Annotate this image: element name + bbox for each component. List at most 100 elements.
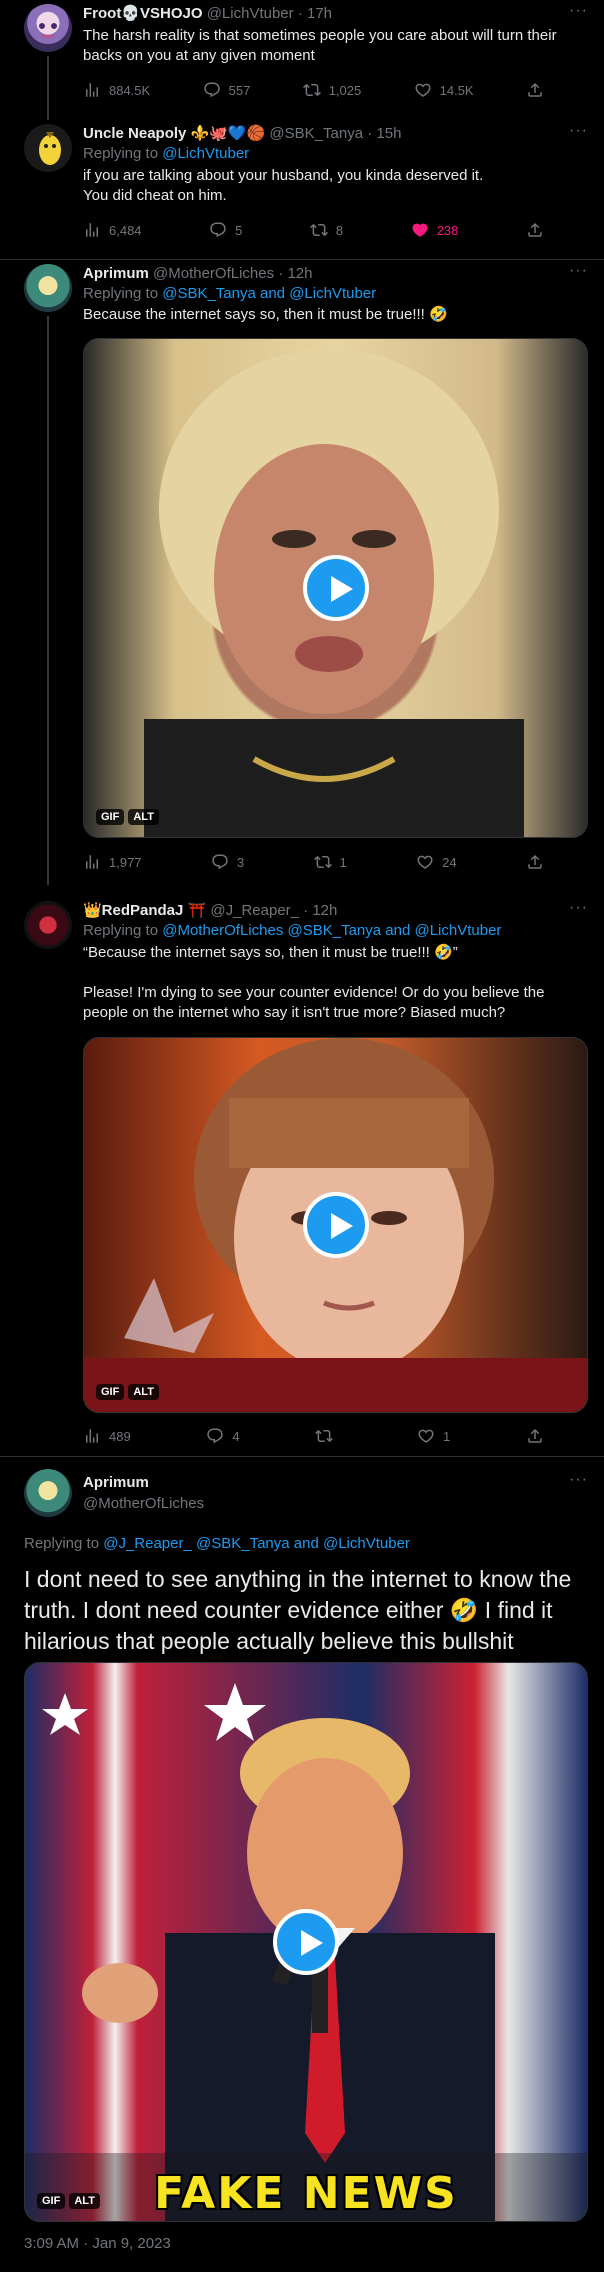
timestamp[interactable]: 17h (307, 5, 332, 22)
replying-label: Replying to (24, 1535, 100, 1552)
views-count: 1,977 (109, 854, 142, 870)
timestamp[interactable]: 12h (287, 265, 312, 282)
replying-to: Replying to @LichVtuber (83, 144, 588, 164)
mention-link[interactable]: @MotherOfLiches @SBK_Tanya and @LichVtub… (162, 922, 501, 939)
alt-badge[interactable]: ALT (69, 2193, 100, 2209)
gif-media[interactable]: GIF ALT (83, 338, 588, 838)
views-button[interactable]: 1,977 (83, 853, 142, 871)
more-icon[interactable]: ··· (569, 262, 588, 280)
like-count: 238 (436, 222, 459, 238)
reply-button[interactable]: 4 (206, 1427, 240, 1445)
views-button[interactable]: 489 (83, 1427, 131, 1445)
like-button[interactable]: 238 (411, 221, 459, 239)
separator: · (303, 902, 309, 919)
handle[interactable]: @LichVtuber (207, 5, 294, 22)
handle[interactable]: @MotherOfLiches (153, 265, 274, 282)
replying-label: Replying to (83, 922, 159, 939)
replying-label: Replying to (83, 285, 159, 302)
gif-badge: GIF (37, 2193, 66, 2209)
views-icon (83, 1427, 101, 1445)
replying-label: Replying to (83, 145, 159, 162)
separator: · (367, 125, 373, 142)
display-name[interactable]: Aprimum (83, 1474, 149, 1491)
tweet-header: Froot💀VSHOJO @LichVtuber · 17h (83, 4, 588, 24)
retweet-button[interactable] (315, 1427, 341, 1445)
more-icon[interactable]: ··· (569, 2, 588, 20)
handle[interactable]: @J_Reaper_ (210, 902, 299, 919)
mention-link[interactable]: @SBK_Tanya and @LichVtuber (162, 285, 376, 302)
timestamp[interactable]: 15h (376, 125, 401, 142)
mention-link[interactable]: @J_Reaper_ @SBK_Tanya and @LichVtuber (103, 1535, 410, 1552)
tweet-header-handle: @MotherOfLiches (83, 1494, 588, 1514)
tweet-1[interactable]: Froot💀VSHOJO @LichVtuber · 17h ··· The h… (0, 0, 604, 120)
like-count: 1 (443, 1428, 451, 1444)
reply-count: 4 (232, 1428, 240, 1444)
retweet-button[interactable]: 1,025 (303, 81, 361, 99)
tweet-3[interactable]: Aprimum @MotherOfLiches · 12h ··· Replyi… (0, 260, 604, 885)
timestamp[interactable]: 12h (312, 902, 337, 919)
action-bar: 6,484 5 8 238 (83, 218, 544, 242)
reply-icon (211, 853, 229, 871)
display-name[interactable]: Uncle Neapoly ⚜️🐙💙🏀 (83, 125, 265, 142)
like-button[interactable]: 1 (417, 1427, 450, 1445)
replying-to: Replying to @SBK_Tanya and @LichVtuber (83, 284, 588, 304)
tweet-4[interactable]: 👑RedPandaJ ⛩️ @J_Reaper_ · 12h ··· Reply… (0, 897, 604, 1457)
gif-media[interactable]: GIF ALT (83, 1037, 588, 1413)
retweet-count: 8 (335, 222, 344, 238)
play-button[interactable] (273, 1909, 339, 1975)
gif-badge: GIF (96, 809, 125, 825)
handle[interactable]: @MotherOfLiches (83, 1495, 204, 1512)
like-button[interactable]: 24 (416, 853, 457, 871)
gif-caption: FAKE NEWS (154, 2168, 458, 2219)
reply-icon (209, 221, 227, 239)
alt-badge[interactable]: ALT (128, 809, 159, 825)
handle[interactable]: @SBK_Tanya (269, 125, 363, 142)
replying-to: Replying to @MotherOfLiches @SBK_Tanya a… (83, 921, 588, 941)
share-icon (526, 853, 544, 871)
display-name[interactable]: Froot💀VSHOJO (83, 5, 203, 22)
post-timestamp[interactable]: 3:09 AM · Jan 9, 2023 (24, 2235, 171, 2252)
display-name[interactable]: 👑RedPandaJ ⛩️ (83, 902, 206, 919)
thread-line (47, 56, 49, 120)
gif-media[interactable]: FAKE NEWS GIF ALT (24, 1662, 588, 2222)
reply-button[interactable]: 5 (209, 221, 242, 239)
views-icon (83, 853, 101, 871)
tweet-text: if you are talking about your husband, y… (83, 167, 484, 204)
avatar[interactable] (24, 1469, 72, 1517)
more-icon[interactable]: ··· (569, 899, 588, 917)
heart-icon (414, 81, 432, 99)
heart-filled-icon (411, 221, 429, 239)
reply-button[interactable]: 557 (203, 81, 250, 99)
more-icon[interactable]: ··· (569, 122, 588, 140)
views-button[interactable]: 6,484 (83, 221, 142, 239)
tweet-2[interactable]: Uncle Neapoly ⚜️🐙💙🏀 @SBK_Tanya · 15h ···… (0, 120, 604, 260)
retweet-button[interactable]: 8 (310, 221, 343, 239)
like-button[interactable]: 14.5K (414, 81, 474, 99)
play-button[interactable] (302, 555, 369, 621)
retweet-button[interactable]: 1 (314, 853, 347, 871)
avatar[interactable] (24, 124, 72, 172)
play-button[interactable] (302, 1192, 369, 1258)
share-button[interactable] (526, 81, 544, 99)
tweet-text: The harsh reality is that sometimes peop… (83, 27, 561, 64)
share-button[interactable] (526, 853, 544, 871)
views-count: 489 (109, 1428, 131, 1444)
tweet-header: Aprimum (83, 1473, 588, 1493)
views-button[interactable]: 884.5K (83, 81, 150, 99)
reply-button[interactable]: 3 (211, 853, 244, 871)
avatar[interactable] (24, 901, 72, 949)
reply-icon (203, 81, 221, 99)
tweet-text: “Because the internet says so, then it m… (83, 944, 545, 1021)
thread-line (47, 316, 49, 885)
more-icon[interactable]: ··· (569, 1471, 588, 1489)
share-button[interactable] (526, 221, 544, 239)
share-button[interactable] (526, 1427, 544, 1445)
mention-link[interactable]: @LichVtuber (162, 145, 249, 162)
avatar[interactable] (24, 264, 72, 312)
display-name[interactable]: Aprimum (83, 265, 149, 282)
tweet-header: Uncle Neapoly ⚜️🐙💙🏀 @SBK_Tanya · 15h (83, 124, 588, 144)
avatar[interactable] (24, 4, 72, 52)
views-count: 884.5K (109, 82, 151, 98)
tweet-text: I dont need to see anything in the inter… (24, 1566, 572, 1654)
alt-badge[interactable]: ALT (128, 1384, 159, 1400)
